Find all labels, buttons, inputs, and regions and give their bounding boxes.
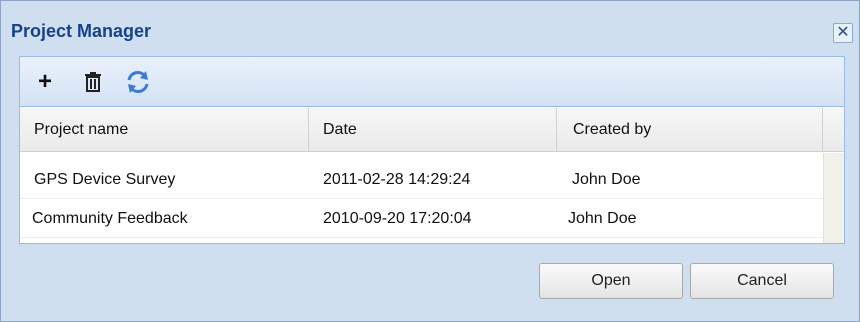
- table-row[interactable]: Community Feedback 2010-09-20 17:20:04 J…: [20, 200, 823, 238]
- trash-icon: [85, 72, 101, 92]
- table-row[interactable]: GPS Device Survey 2011-02-28 14:29:24 Jo…: [20, 161, 823, 199]
- delete-project-button[interactable]: [80, 69, 106, 95]
- open-button[interactable]: Open: [539, 263, 683, 299]
- column-header-created-by[interactable]: Created by: [557, 108, 823, 152]
- plus-icon: +: [37, 68, 52, 95]
- cell-date: 2011-02-28 14:29:24: [323, 171, 471, 188]
- cell-created-by: John Doe: [568, 210, 637, 227]
- column-header-project-name[interactable]: Project name: [20, 108, 309, 152]
- cancel-button[interactable]: Cancel: [690, 263, 834, 299]
- refresh-icon: [127, 71, 149, 93]
- project-grid-panel: + Project name Date Created by GPS Devic…: [19, 56, 845, 244]
- grid-toolbar: +: [20, 57, 844, 107]
- cell-date: 2010-09-20 17:20:04: [323, 210, 472, 227]
- cell-created-by: John Doe: [572, 171, 641, 188]
- grid-header: Project name Date Created by: [20, 108, 844, 152]
- close-icon: ✕: [836, 24, 850, 41]
- grid-body: GPS Device Survey 2011-02-28 14:29:24 Jo…: [20, 153, 844, 243]
- add-project-button[interactable]: +: [32, 69, 58, 95]
- cell-project-name: GPS Device Survey: [34, 171, 176, 188]
- dialog-title: Project Manager: [11, 21, 152, 41]
- project-manager-dialog: Project Manager ✕ + Project name Date Cr…: [0, 0, 860, 322]
- header-spacer: [823, 108, 844, 152]
- dialog-titlebar[interactable]: Project Manager ✕: [1, 1, 859, 47]
- close-button[interactable]: ✕: [833, 23, 853, 43]
- column-header-date[interactable]: Date: [309, 108, 557, 152]
- vertical-scrollbar[interactable]: [823, 153, 844, 243]
- refresh-button[interactable]: [125, 69, 151, 95]
- cell-project-name: Community Feedback: [32, 210, 188, 227]
